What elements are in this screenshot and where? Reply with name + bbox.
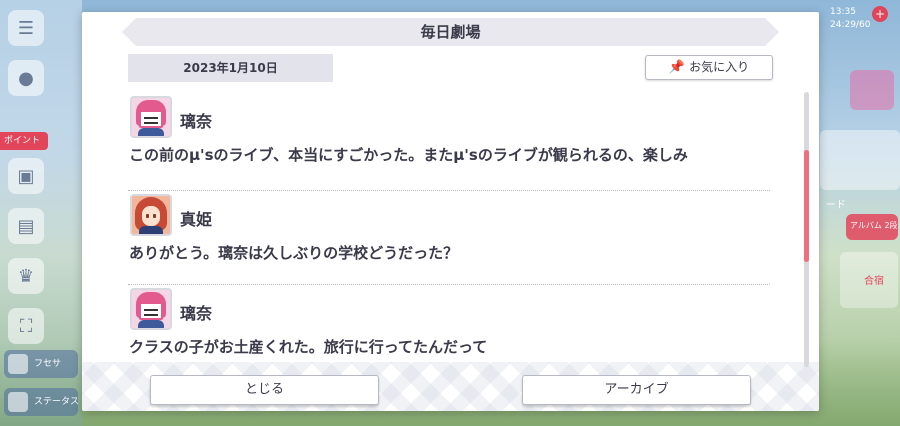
speaker-name: 璃奈 [180, 304, 213, 323]
speaker-row: 璃奈 [128, 286, 770, 332]
favorite-button[interactable]: 📌 お気に入り [645, 55, 773, 80]
menu-icon[interactable]: ☰ [8, 10, 44, 46]
rina-avatar [130, 96, 172, 138]
pill-icon [8, 354, 28, 374]
status-line-1: 13:35 [830, 7, 856, 17]
gift-icon[interactable]: ▣ [8, 158, 44, 194]
date-label: 2023年1月10日 [128, 54, 333, 82]
scrollbar-thumb[interactable] [804, 150, 809, 262]
pin-icon: 📌 [668, 60, 686, 75]
speaker-name: 真姫 [180, 210, 213, 229]
right-card-1[interactable] [850, 70, 894, 110]
add-button[interactable]: + [872, 6, 888, 22]
maki-avatar [130, 194, 172, 236]
speaker-name: 璃奈 [180, 112, 213, 131]
point-badge: ポイント [0, 132, 48, 150]
rina-avatar [130, 288, 172, 330]
dialog-text: ありがとう。璃奈は久しぶりの学校どうだった？ [129, 244, 459, 262]
card-icon[interactable]: ▤ [8, 208, 44, 244]
background-right-panel: ード アルバム 2段 合宿 [820, 0, 900, 426]
right-label-3: 合宿 [864, 276, 884, 287]
speaker-row: 真姫 [128, 192, 770, 238]
speaker-row: 璃奈 [128, 94, 770, 140]
left-pill-2[interactable]: ステータス アイテム [4, 388, 78, 416]
status-display: 13:35 24:29/60 [830, 6, 900, 36]
dialog-text: クラスの子がお土産くれた。旅行に行ってたんだって [129, 338, 488, 356]
dialog-entry: 璃奈 クラスの子がお土産くれた。旅行に行ってたんだって [128, 286, 770, 357]
divider [128, 284, 770, 285]
dialog-list[interactable]: 璃奈 この前のμ'sのライブ、本当にすごかった。またμ'sのライブが観られるの、… [128, 94, 770, 369]
right-label-2: アルバム 2段 [850, 221, 898, 230]
fullscreen-icon[interactable]: ⛶ [8, 308, 44, 344]
right-label-1: ード [826, 200, 846, 211]
chat-icon[interactable]: ● [8, 60, 44, 96]
trophy-icon[interactable]: ♛ [8, 258, 44, 294]
dialog-entry: 真姫 ありがとう。璃奈は久しぶりの学校どうだった？ [128, 192, 770, 263]
favorite-label: お気に入り [689, 60, 750, 74]
dialog-text: この前のμ'sのライブ、本当にすごかった。またμ'sのライブが観られるの、楽しみ [129, 146, 688, 164]
close-button[interactable]: とじる [150, 375, 379, 405]
dialog-entry: 璃奈 この前のμ'sのライブ、本当にすごかった。またμ'sのライブが観られるの、… [128, 94, 770, 165]
daily-theater-modal: 毎日劇場 2023年1月10日 📌 お気に入り 璃奈 この前のμ'sのライブ、本当… [82, 12, 819, 411]
pill-icon [8, 392, 28, 412]
right-card-2[interactable] [820, 130, 900, 190]
modal-title: 毎日劇場 [122, 18, 779, 46]
status-line-2: 24:29/60 [830, 20, 871, 30]
divider [128, 190, 770, 191]
left-pill-1[interactable]: フセサ [4, 350, 78, 378]
archive-button[interactable]: アーカイブ [522, 375, 751, 405]
background-left-panel: ☰ ● ポイント ▣ ▤ ♛ ⛶ フセサ ステータス アイテム [0, 0, 82, 426]
